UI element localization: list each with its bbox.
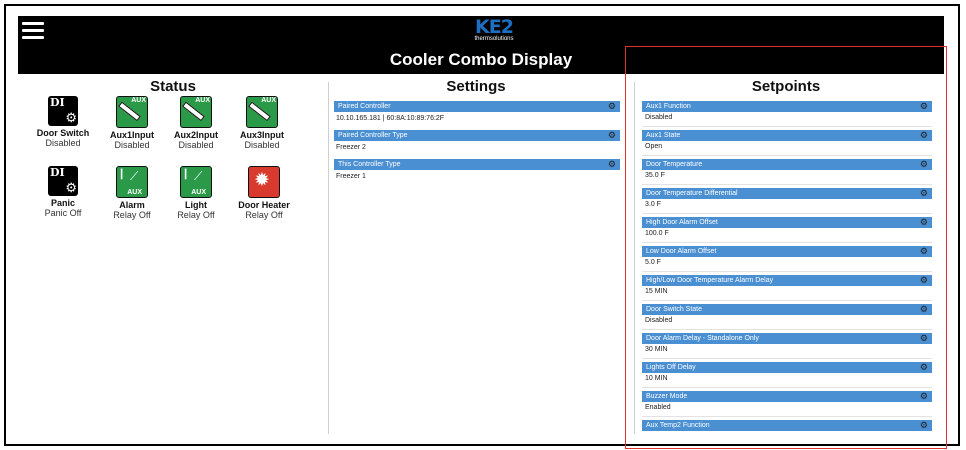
- settings-heading: Settings: [446, 78, 506, 95]
- aux-probe-icon: AUX: [116, 96, 148, 128]
- aux-probe-icon: AUX: [180, 96, 212, 128]
- setting-value: Freezer 1: [336, 173, 366, 180]
- digital-input-icon: DI ⚙: [48, 166, 78, 196]
- setting-value: 10.10.165.181 | 60:8A:10:89:76:2F: [336, 115, 445, 122]
- status-value: Disabled: [244, 140, 280, 150]
- setting-this-controller-type[interactable]: This Controller Type ⚙: [334, 159, 620, 170]
- aux-probe-icon: AUX: [246, 96, 278, 128]
- status-label: Alarm: [119, 200, 145, 210]
- setting-value: Freezer 2: [336, 144, 366, 151]
- status-label: Panic: [50, 198, 75, 208]
- status-aux3-input[interactable]: AUX Aux3Input Disabled: [226, 96, 298, 150]
- status-label: Door Switch: [36, 128, 90, 138]
- status-alarm[interactable]: ꟾ ⟋ AUX Alarm Relay Off: [96, 166, 168, 220]
- status-value: Relay Off: [177, 210, 215, 220]
- status-label: Door Heater: [238, 200, 290, 210]
- hamburger-menu-icon[interactable]: [22, 22, 44, 40]
- status-label: Aux2Input: [174, 130, 218, 140]
- status-value: Panic Off: [44, 208, 82, 218]
- status-aux1-input[interactable]: AUX Aux1Input Disabled: [96, 96, 168, 150]
- status-label: Aux3Input: [240, 130, 284, 140]
- status-light[interactable]: ꟾ ⟋ AUX Light Relay Off: [160, 166, 232, 220]
- status-door-heater[interactable]: ✹ Door Heater Relay Off: [228, 166, 300, 220]
- logo-subtitle: thermsolutions: [474, 36, 514, 42]
- status-panic[interactable]: DI ⚙ Panic Panic Off: [27, 166, 99, 218]
- logo-text: KE2: [475, 16, 514, 38]
- brand-logo: KE2 thermsolutions: [460, 18, 528, 46]
- status-door-switch[interactable]: DI ⚙ Door Switch Disabled: [27, 96, 99, 148]
- setting-paired-controller-type[interactable]: Paired Controller Type ⚙: [334, 130, 620, 141]
- gear-icon[interactable]: ⚙: [608, 130, 616, 141]
- status-label: Light: [185, 200, 207, 210]
- status-label: Aux1Input: [110, 130, 154, 140]
- gear-icon[interactable]: ⚙: [608, 101, 616, 112]
- status-aux2-input[interactable]: AUX Aux2Input Disabled: [160, 96, 232, 150]
- status-value: Disabled: [45, 138, 81, 148]
- aux-relay-icon: ꟾ ⟋ AUX: [116, 166, 148, 198]
- column-divider: [328, 82, 329, 434]
- status-heading: Status: [150, 78, 196, 95]
- setting-paired-controller[interactable]: Paired Controller ⚙: [334, 101, 620, 112]
- highlight-box: [625, 46, 947, 449]
- status-value: Relay Off: [113, 210, 151, 220]
- heater-icon: ✹: [248, 166, 280, 198]
- status-value: Relay Off: [245, 210, 283, 220]
- aux-relay-icon: ꟾ ⟋ AUX: [180, 166, 212, 198]
- status-value: Disabled: [114, 140, 150, 150]
- digital-input-icon: DI ⚙: [48, 96, 78, 126]
- status-value: Disabled: [178, 140, 214, 150]
- gear-icon[interactable]: ⚙: [608, 159, 616, 170]
